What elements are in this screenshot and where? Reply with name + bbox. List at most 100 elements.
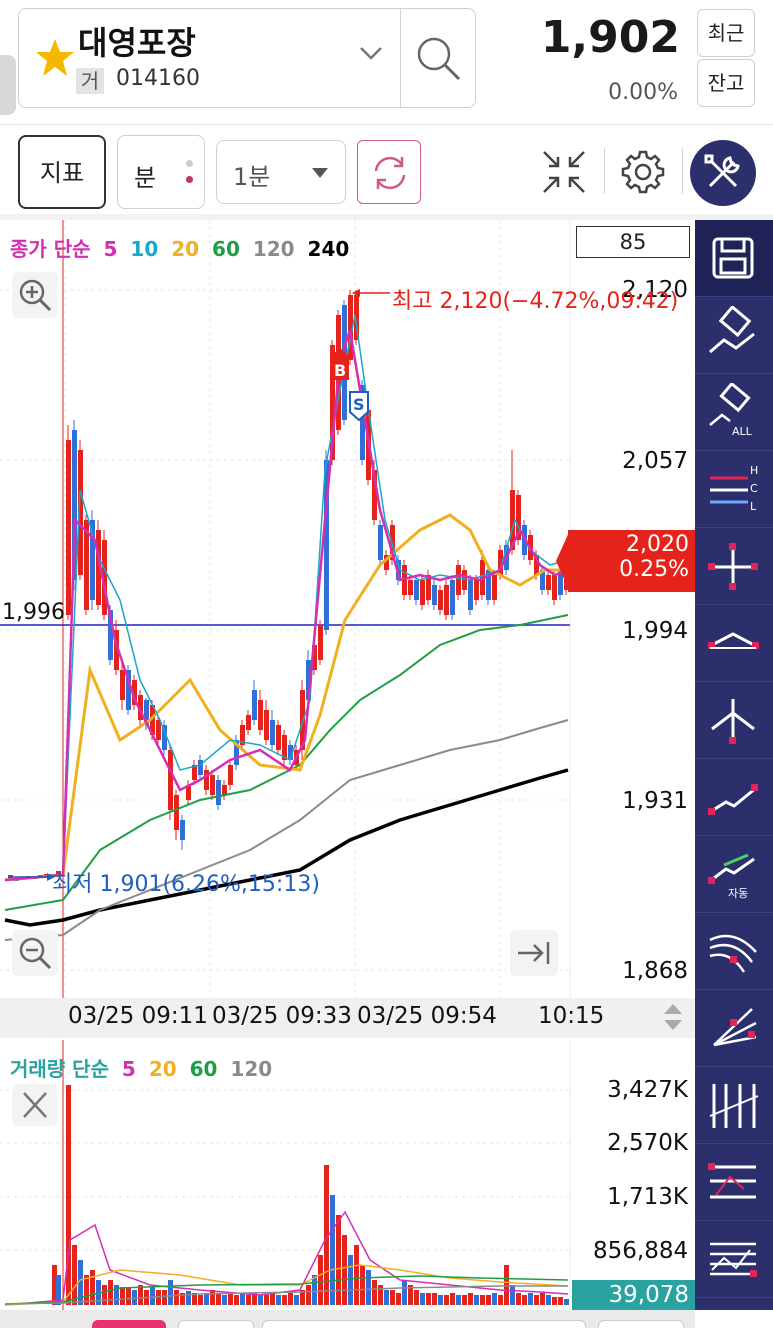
fibonacci-tool-button[interactable]	[695, 1221, 773, 1298]
chevron-down-icon[interactable]	[358, 44, 384, 66]
resize-handle-icon[interactable]	[662, 1002, 684, 1036]
volume-tick: 856,884	[593, 1238, 689, 1264]
price-tick: 2,057	[622, 448, 688, 474]
candle-body	[168, 750, 173, 810]
recent-button[interactable]: 최근	[697, 9, 755, 57]
volume-bar	[426, 1293, 431, 1305]
x-axis-label: 10:15	[538, 1003, 605, 1029]
candle-body	[258, 700, 263, 730]
volume-bar	[168, 1280, 173, 1305]
toolbar-divider-2	[682, 148, 683, 194]
period-select-value: 1분	[233, 163, 271, 191]
gear-icon[interactable]	[620, 149, 666, 199]
volume-bar	[510, 1285, 515, 1305]
zoom-out-button[interactable]	[12, 930, 58, 976]
fan-arc-icon	[709, 934, 757, 973]
scroll-to-end-button[interactable]	[510, 930, 558, 976]
vertical-line-icon	[711, 699, 755, 744]
side-drawer-handle[interactable]	[0, 55, 16, 115]
unit-button[interactable]: 분	[117, 135, 205, 209]
x-axis-label: 03/25 09:11	[68, 1003, 208, 1029]
volume-bar	[126, 1287, 131, 1305]
close-volume-button[interactable]	[12, 1084, 58, 1126]
eraser-all-tool-button[interactable]: ALL	[695, 374, 773, 451]
candle-body	[264, 710, 269, 740]
trend-line-tool-button[interactable]	[695, 759, 773, 836]
fan-arc-tool-button[interactable]	[695, 913, 773, 990]
volume-bar	[342, 1235, 347, 1305]
hlc-lines-tool-button[interactable]: HCL	[695, 451, 773, 528]
candle-body	[432, 585, 437, 605]
candle-body	[456, 565, 461, 595]
candle-body	[252, 690, 257, 720]
volume-bar	[312, 1275, 317, 1305]
point-line-tool-button[interactable]	[695, 605, 773, 682]
volume-bar	[288, 1293, 293, 1305]
vertical-bars-tool-button[interactable]	[695, 1067, 773, 1144]
indicator-button[interactable]: 지표	[18, 135, 106, 209]
bottom-tab[interactable]	[598, 1320, 684, 1328]
svg-text:ALL: ALL	[732, 425, 753, 438]
candle-body	[222, 785, 227, 795]
crosshair-icon	[708, 543, 758, 590]
zoom-in-icon	[19, 279, 52, 312]
price-tick: 1,994	[622, 618, 688, 644]
save-icon	[712, 237, 754, 279]
candle-body	[210, 775, 215, 795]
candle-body	[474, 580, 479, 600]
volume-bar	[540, 1293, 545, 1305]
stock-name: 대영포장	[78, 24, 196, 62]
volume-bar	[432, 1293, 437, 1305]
tools-button[interactable]	[690, 140, 756, 206]
crosshair-tool-button[interactable]	[695, 528, 773, 605]
candle-body	[270, 720, 275, 745]
volume-bar	[522, 1295, 527, 1305]
volume-bar	[240, 1293, 245, 1305]
volume-bar	[348, 1255, 353, 1305]
fan-lines-tool-button[interactable]	[695, 990, 773, 1067]
volume-bar	[504, 1265, 509, 1305]
search-icon[interactable]	[414, 34, 462, 86]
count-box[interactable]: 85	[576, 226, 690, 258]
candle-body	[228, 765, 233, 785]
balance-button[interactable]: 잔고	[697, 59, 755, 107]
volume-bar	[564, 1299, 569, 1305]
header-divider	[400, 9, 401, 107]
auto-trend-tool-button[interactable]: 자동	[695, 836, 773, 913]
zoom-in-button[interactable]	[12, 272, 58, 318]
refresh-button[interactable]	[357, 140, 421, 204]
favorite-star-icon[interactable]	[34, 38, 76, 82]
current-price-tag: 2,020 0.25%	[568, 530, 695, 592]
ma-legend-title: 종가 단순	[10, 237, 91, 261]
fan-lines-icon	[713, 1008, 757, 1047]
volume-bar	[354, 1245, 359, 1305]
volume-bar	[264, 1295, 269, 1305]
candle-body	[180, 820, 185, 840]
volume-bar	[72, 1245, 77, 1305]
bottom-tab[interactable]	[262, 1320, 586, 1328]
period-select[interactable]: 1분	[216, 140, 346, 204]
channel-tool-button[interactable]	[695, 1144, 773, 1221]
save-tool-button[interactable]	[695, 220, 773, 297]
hlc-lines-icon: HCL	[710, 464, 758, 513]
wrench-screwdriver-icon	[704, 154, 740, 188]
volume-bar	[198, 1295, 203, 1305]
eraser-tool-button[interactable]	[695, 297, 773, 374]
volume-bar	[210, 1290, 215, 1305]
volume-bar	[222, 1295, 227, 1305]
collapse-icon[interactable]	[541, 149, 587, 199]
volume-bar	[438, 1295, 443, 1305]
volume-bar	[258, 1295, 263, 1305]
vertical-bars-icon	[709, 1084, 759, 1128]
volume-tick: 1,713K	[607, 1184, 688, 1210]
vol-ma-5-line	[4, 1210, 569, 1306]
vol-legend-period: 60	[182, 1057, 218, 1081]
toolbar-divider	[604, 148, 605, 194]
bottom-tab[interactable]	[178, 1320, 254, 1328]
vertical-line-tool-button[interactable]	[695, 682, 773, 759]
vol-legend-period: 5	[114, 1057, 136, 1081]
candle-body	[174, 795, 179, 830]
volume-bar	[102, 1285, 107, 1305]
bottom-tab-active[interactable]	[92, 1320, 166, 1328]
volume-bar	[150, 1287, 155, 1305]
